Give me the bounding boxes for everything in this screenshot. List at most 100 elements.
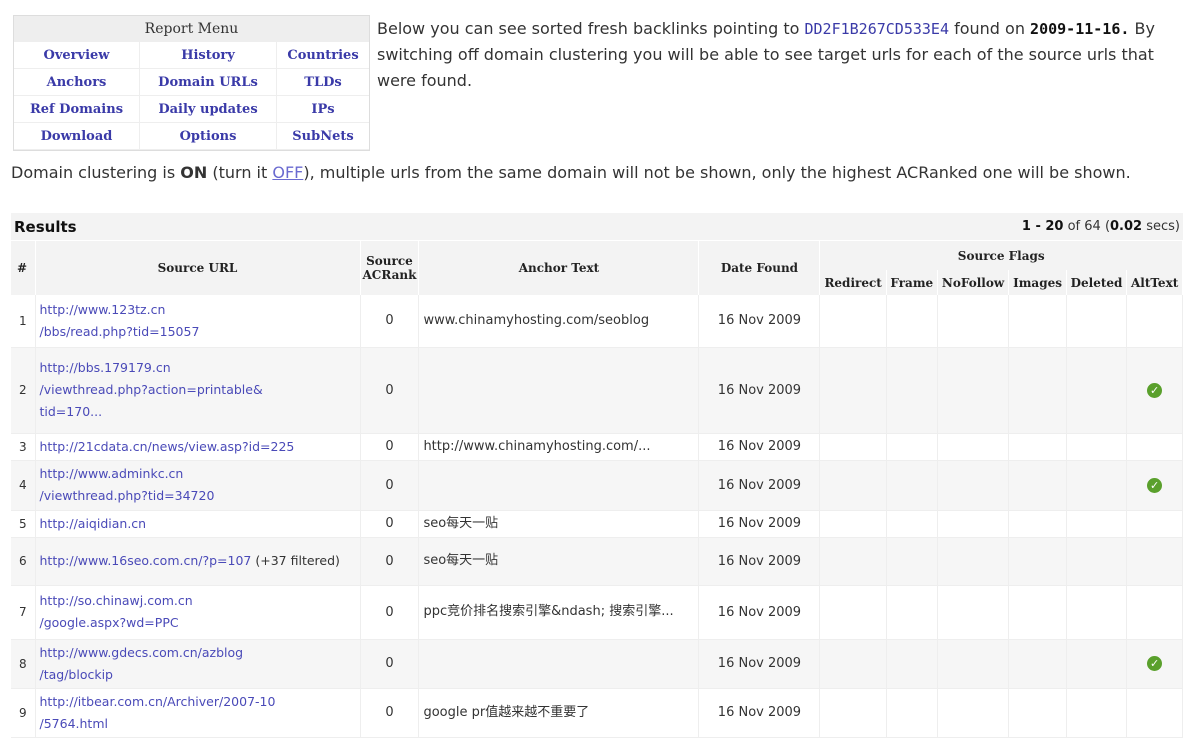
menu-item-daily-updates[interactable]: Daily updates bbox=[139, 96, 277, 123]
flag-redirect bbox=[819, 295, 887, 348]
flag-alttext bbox=[1126, 688, 1183, 738]
source-url-link[interactable]: http://bbs.179179.cn/viewthread.php?acti… bbox=[40, 360, 263, 419]
source-url-line2: /google.aspx?wd=PPC bbox=[39, 615, 179, 630]
menu-item-subnets[interactable]: SubNets bbox=[277, 123, 369, 150]
flag-images bbox=[1008, 585, 1067, 640]
intro-text: Below you can see sorted fresh backlinks… bbox=[377, 16, 1177, 94]
flag-deleted bbox=[1066, 639, 1128, 689]
flag-frame bbox=[886, 510, 938, 538]
source-url-line2: /viewthread.php?action=printable& bbox=[39, 382, 263, 397]
flag-images bbox=[1008, 460, 1067, 511]
col-date-found[interactable]: Date Found bbox=[698, 241, 821, 295]
date-found-cell: 16 Nov 2009 bbox=[698, 537, 821, 586]
source-url-link[interactable]: http://www.gdecs.com.cn/azblog/tag/block… bbox=[40, 645, 244, 682]
flag-images bbox=[1008, 295, 1067, 348]
source-url-link[interactable]: http://so.chinawj.com.cn/google.aspx?wd=… bbox=[40, 593, 193, 630]
flag-frame bbox=[886, 639, 938, 689]
table-row: 8 http://www.gdecs.com.cn/azblog/tag/bloc… bbox=[11, 639, 1183, 689]
flag-frame bbox=[886, 295, 938, 348]
source-url-link[interactable]: http://www.adminkc.cn/viewthread.php?tid… bbox=[40, 466, 215, 503]
flag-redirect bbox=[819, 347, 887, 434]
flag-nofollow bbox=[937, 510, 1010, 538]
flag-alttext bbox=[1126, 433, 1183, 461]
flag-frame bbox=[886, 460, 938, 511]
date-found-cell: 16 Nov 2009 bbox=[698, 688, 821, 738]
anchor-text-cell bbox=[418, 639, 700, 689]
source-url-cell: http://www.123tz.cn/bbs/read.php?tid=150… bbox=[35, 295, 361, 348]
row-number: 8 bbox=[11, 639, 36, 689]
source-url-cell: http://bbs.179179.cn/viewthread.php?acti… bbox=[35, 347, 361, 434]
col-anchor-text[interactable]: Anchor Text bbox=[418, 241, 700, 295]
source-url-line1: http://itbear.com.cn/Archiver/2007-10 bbox=[39, 693, 276, 709]
col-nofollow: NoFollow bbox=[937, 270, 1010, 295]
flag-redirect bbox=[819, 537, 887, 586]
flag-nofollow bbox=[937, 537, 1010, 586]
row-number: 4 bbox=[11, 460, 36, 511]
source-url-line1: http://www.16seo.com.cn/?p=107 bbox=[39, 553, 252, 568]
results-of: of 64 ( bbox=[1063, 219, 1111, 234]
row-number: 3 bbox=[11, 433, 36, 461]
check-circle-icon: ✓ bbox=[1147, 656, 1163, 671]
acrank-cell: 0 bbox=[360, 639, 420, 689]
source-url-link[interactable]: http://21cdata.cn/news/view.asp?id=225 bbox=[40, 439, 295, 454]
row-number: 9 bbox=[11, 688, 36, 738]
source-url-link[interactable]: http://itbear.com.cn/Archiver/2007-10/57… bbox=[40, 694, 276, 731]
anchor-text-cell: http://www.chinamyhosting.com/... bbox=[418, 433, 700, 461]
menu-item-anchors[interactable]: Anchors bbox=[14, 69, 139, 96]
menu-item-ref-domains[interactable]: Ref Domains bbox=[14, 96, 139, 123]
menu-item-download[interactable]: Download bbox=[14, 123, 139, 150]
flag-nofollow bbox=[937, 460, 1010, 511]
table-row: 9 http://itbear.com.cn/Archiver/2007-10/5… bbox=[11, 688, 1183, 738]
col-source-acrank[interactable]: Source ACRank bbox=[360, 241, 420, 295]
date-found-cell: 16 Nov 2009 bbox=[698, 639, 821, 689]
cluster-prefix: Domain clustering is bbox=[11, 163, 181, 182]
flag-deleted bbox=[1066, 537, 1128, 586]
clustering-toggle-link[interactable]: OFF bbox=[272, 163, 303, 182]
col-source-url[interactable]: Source URL bbox=[35, 241, 361, 295]
source-url-cell: http://www.16seo.com.cn/?p=107 (+37 filt… bbox=[35, 537, 361, 586]
source-url-link[interactable]: http://www.123tz.cn/bbs/read.php?tid=150… bbox=[40, 302, 200, 339]
row-number: 7 bbox=[11, 585, 36, 640]
menu-item-history[interactable]: History bbox=[139, 42, 277, 69]
anchor-text-cell bbox=[418, 347, 700, 434]
date-found-cell: 16 Nov 2009 bbox=[698, 295, 821, 348]
source-url-line1: http://bbs.179179.cn bbox=[39, 360, 171, 375]
row-number: 5 bbox=[11, 510, 36, 538]
cluster-suffix: ), multiple urls from the same domain wi… bbox=[303, 163, 1131, 182]
check-circle-icon: ✓ bbox=[1147, 477, 1163, 493]
flag-alttext: ✓ bbox=[1126, 347, 1183, 434]
acrank-cell: 0 bbox=[360, 433, 420, 461]
table-row: 3 http://21cdata.cn/news/view.asp?id=225 0… bbox=[11, 433, 1183, 461]
source-url-cell: http://aiqidian.cn bbox=[35, 510, 361, 538]
source-url-line1: http://www.123tz.cn bbox=[39, 301, 166, 317]
table-row: 5 http://aiqidian.cn 0 seo每天一贴 16 Nov 2009 bbox=[11, 510, 1183, 538]
date-found-cell: 16 Nov 2009 bbox=[698, 585, 821, 640]
check-circle-icon: ✓ bbox=[1147, 382, 1163, 398]
table-row: 2 http://bbs.179179.cn/viewthread.php?act… bbox=[11, 347, 1183, 434]
table-row: 1 http://www.123tz.cn/bbs/read.php?tid=15… bbox=[11, 295, 1183, 348]
col-source-flags: Source Flags bbox=[819, 241, 1183, 270]
menu-item-overview[interactable]: Overview bbox=[14, 42, 139, 69]
flag-alttext: ✓ bbox=[1126, 460, 1183, 511]
results-time: 0.02 bbox=[1110, 219, 1143, 234]
flag-deleted bbox=[1066, 347, 1128, 434]
menu-item-countries[interactable]: Countries bbox=[277, 42, 369, 69]
flag-alttext: ✓ bbox=[1126, 639, 1183, 689]
menu-item-domain-urls[interactable]: Domain URLs bbox=[139, 69, 277, 96]
results-range: 1 - 20 bbox=[1021, 219, 1064, 234]
menu-item-ips[interactable]: IPs bbox=[277, 96, 369, 123]
target-id-link[interactable]: DD2F1B267CD533E4 bbox=[805, 20, 950, 38]
source-url-link[interactable]: http://aiqidian.cn bbox=[40, 516, 147, 531]
anchor-text-cell bbox=[418, 460, 700, 511]
flag-nofollow bbox=[937, 347, 1010, 434]
flag-images bbox=[1008, 639, 1067, 689]
source-url-cell: http://so.chinawj.com.cn/google.aspx?wd=… bbox=[35, 585, 361, 640]
menu-item-tlds[interactable]: TLDs bbox=[277, 69, 369, 96]
anchor-text-cell: google pr值越来越不重要了 bbox=[418, 688, 700, 738]
source-url-line1: http://so.chinawj.com.cn bbox=[39, 593, 193, 608]
flag-images bbox=[1008, 537, 1067, 586]
source-url-link[interactable]: http://www.16seo.com.cn/?p=107 bbox=[40, 553, 252, 568]
menu-item-options[interactable]: Options bbox=[139, 123, 277, 150]
results-secs: secs) bbox=[1142, 219, 1180, 234]
anchor-text-cell: ppc竞价排名搜索引擎&ndash; 搜索引擎... bbox=[418, 585, 700, 640]
